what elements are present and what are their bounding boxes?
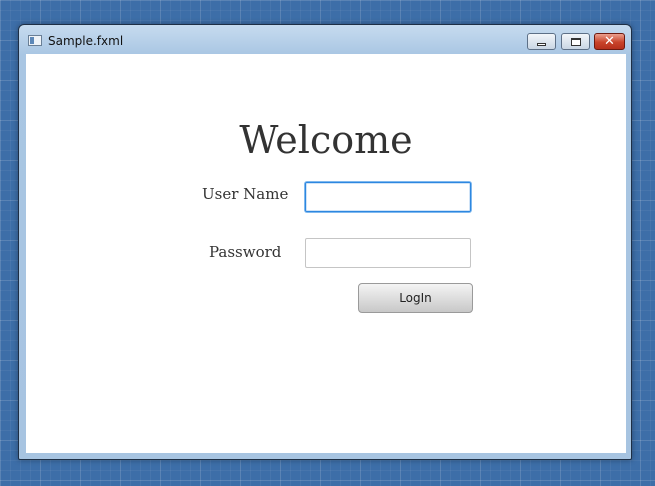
password-input[interactable] (305, 238, 471, 268)
window-title: Sample.fxml (48, 34, 124, 48)
login-button[interactable]: LogIn (358, 283, 473, 313)
title-bar[interactable]: Sample.fxml ✕ (19, 25, 631, 55)
window-app-icon[interactable] (28, 35, 42, 46)
maximize-button[interactable] (561, 33, 590, 50)
maximize-icon (571, 38, 581, 46)
close-icon: ✕ (604, 34, 615, 49)
close-button[interactable]: ✕ (594, 33, 625, 50)
username-input[interactable] (305, 182, 471, 212)
minimize-button[interactable] (527, 33, 556, 50)
app-window: Sample.fxml ✕ Welcome User Name Password… (18, 24, 632, 460)
login-form: Welcome User Name Password LogIn (26, 54, 626, 453)
password-label: Password (209, 243, 282, 261)
welcome-heading: Welcome (239, 118, 413, 162)
username-label: User Name (202, 185, 289, 203)
minimize-icon (537, 43, 546, 46)
